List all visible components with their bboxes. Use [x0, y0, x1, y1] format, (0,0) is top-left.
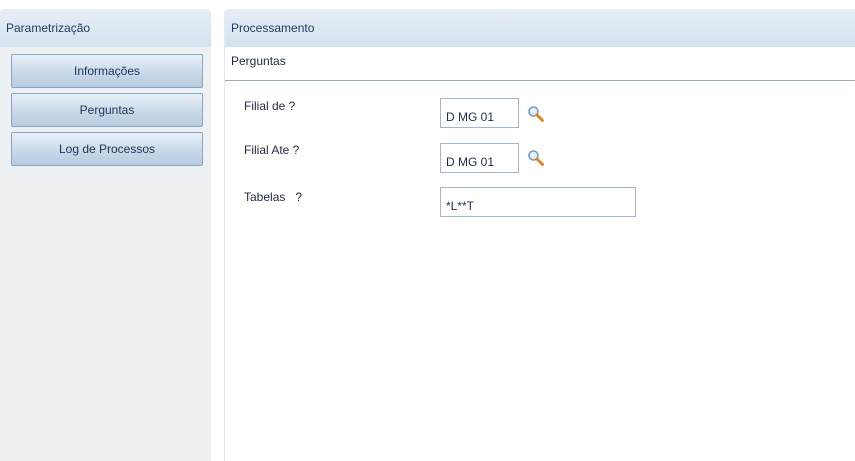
filial-de-input[interactable]: [440, 98, 519, 128]
search-icon[interactable]: [527, 105, 545, 123]
filial-de-label: Filial de ?: [244, 99, 296, 113]
perguntas-button[interactable]: Perguntas: [11, 93, 203, 127]
parametrizacao-panel: Parametrização Informações Perguntas Log…: [0, 9, 211, 461]
search-icon[interactable]: [527, 149, 545, 167]
log-de-processos-button[interactable]: Log de Processos: [11, 132, 203, 166]
filial-ate-label: Filial Ate ?: [244, 143, 300, 157]
section-divider: [225, 80, 855, 81]
filial-ate-input[interactable]: [440, 143, 519, 173]
informacoes-button[interactable]: Informações: [11, 54, 203, 88]
parametrizacao-nav: Informações Perguntas Log de Processos: [11, 54, 205, 171]
perguntas-section-title: Perguntas: [231, 54, 286, 68]
parametrizacao-header: Parametrização: [0, 9, 211, 47]
tabelas-input[interactable]: [440, 187, 636, 217]
tabelas-label: Tabelas ?: [244, 190, 303, 204]
processamento-panel: Processamento Perguntas Filial de ? Fili…: [224, 9, 855, 461]
processamento-header: Processamento: [225, 9, 855, 47]
